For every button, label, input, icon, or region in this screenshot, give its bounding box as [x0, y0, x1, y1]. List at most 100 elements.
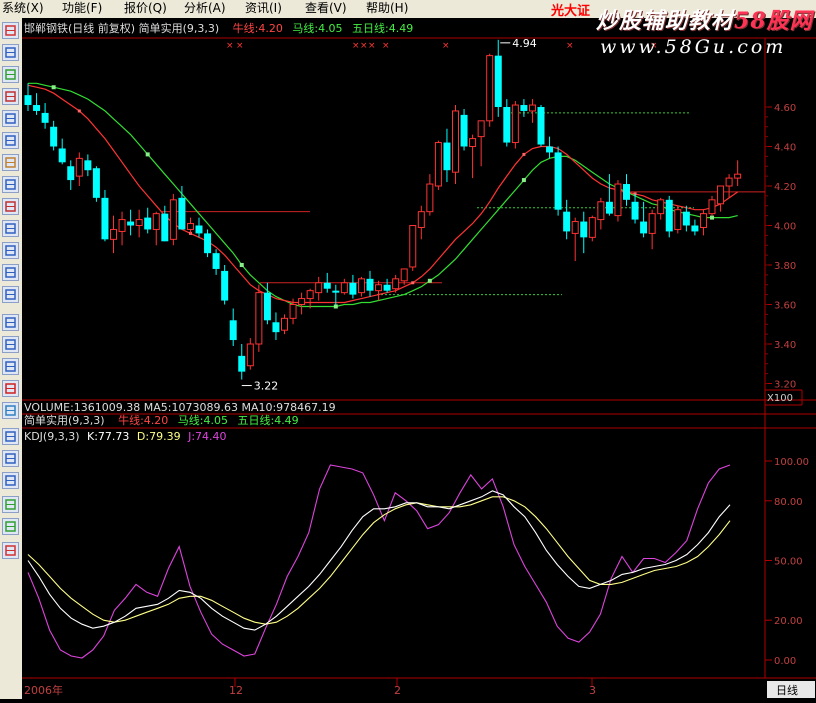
tool-line-icon[interactable]	[2, 286, 19, 303]
left-toolbar	[0, 18, 22, 699]
menu-quote[interactable]: 报价(Q)	[124, 1, 167, 16]
candle-body-down	[323, 282, 331, 289]
signal-marker: ×	[382, 41, 390, 51]
candle-body-up	[511, 104, 519, 144]
candle-body-down	[24, 95, 32, 106]
tool-bar-icon[interactable]	[2, 314, 19, 331]
tool-down-arrow-icon[interactable]	[2, 518, 19, 535]
tool-mail-icon[interactable]	[2, 154, 19, 171]
tool-stock-icon[interactable]	[2, 198, 19, 215]
price-tick-label: 4.60	[774, 103, 796, 114]
signal-marker: ×	[566, 41, 574, 51]
tool-kline-icon[interactable]	[2, 88, 19, 105]
tool-doc-icon[interactable]	[2, 44, 19, 61]
kdj-j-value: J:74.40	[188, 430, 227, 443]
menu-system[interactable]: 系统(X)	[2, 1, 44, 16]
candle-body-up	[648, 213, 656, 234]
price-panel-title: 邯郸钢铁(日线 前复权) 简单实用(9,3,3)	[24, 22, 220, 35]
candle-body-up	[588, 217, 596, 238]
candle-body-down	[212, 253, 220, 269]
period-label[interactable]: 日线	[776, 683, 798, 697]
ma-line-value: 马线:4.05	[292, 22, 343, 35]
tool-group-icon[interactable]	[2, 176, 19, 193]
price-tick-label: 4.20	[774, 182, 796, 193]
candle-body-up	[110, 228, 117, 240]
kdj-k-value: K:77.73	[87, 430, 130, 443]
high-label: 4.94	[512, 37, 537, 50]
candle-body-down	[127, 221, 135, 226]
price-tick-label: 3.40	[774, 340, 796, 351]
candle-body-up	[392, 278, 400, 290]
tool-chart-icon[interactable]	[2, 66, 19, 83]
menu-info[interactable]: 资讯(I)	[245, 1, 282, 16]
tool-in-icon[interactable]	[2, 428, 19, 445]
tool-out-icon[interactable]	[2, 450, 19, 467]
price-tick-label: 4.40	[774, 143, 796, 154]
menu-function[interactable]: 功能(F)	[62, 1, 102, 16]
tool-rsi-icon[interactable]	[2, 336, 19, 353]
candle-body-up	[528, 104, 536, 112]
candle-body-up	[734, 173, 742, 179]
time-label: 3	[589, 684, 596, 697]
signal-marker: ×	[226, 41, 234, 51]
candle-body-up	[486, 55, 494, 122]
price-panel-header: 邯郸钢铁(日线 前复权) 简单实用(9,3,3) 牛线:4.20 马线:4.05…	[24, 22, 413, 35]
candle-body-up	[135, 219, 143, 226]
tool-grid-icon[interactable]	[2, 358, 19, 375]
tool-pie-icon[interactable]	[2, 220, 19, 237]
kdj-d-value: D:79.39	[136, 430, 181, 443]
ma-dot	[51, 85, 56, 90]
chart-area: X100 × × × × × × × × × 4.94 3.22 4.60 4.40 4.20 4.00…	[22, 18, 816, 699]
candle-body-up	[699, 213, 707, 228]
tool-stat-icon[interactable]	[2, 242, 19, 259]
price-tick-label: 3.80	[774, 261, 796, 272]
price-tick-label: 3.60	[774, 301, 796, 312]
candle-body-down	[546, 146, 554, 153]
candle-body-down	[383, 284, 391, 291]
candle-body-down	[332, 290, 340, 293]
indicator-five-day-value: 五日线:4.49	[237, 414, 299, 427]
tool-new-icon[interactable]	[2, 22, 19, 39]
signal-marker: ×	[360, 41, 368, 51]
menu-help[interactable]: 帮助(H)	[366, 1, 408, 16]
candle-body-down	[520, 105, 528, 111]
candle-body-up	[357, 278, 365, 294]
candle-body-down	[204, 233, 212, 254]
tool-page-icon[interactable]	[2, 402, 19, 419]
candle-body-up	[409, 225, 417, 268]
candle-body-up	[452, 110, 459, 173]
tool-table-icon[interactable]	[2, 110, 19, 127]
kdj-j-line	[27, 464, 731, 659]
candle-body-down	[144, 217, 152, 230]
tool-extra-icon[interactable]	[2, 542, 19, 559]
ma-dot	[710, 215, 714, 220]
candle-body-up	[571, 221, 579, 234]
candle-body-down	[50, 126, 58, 147]
kdj-tick-label: 0.00	[774, 656, 796, 667]
candle-body-down	[263, 292, 271, 321]
ma-dot	[427, 278, 432, 283]
tool-dollar-icon[interactable]	[2, 380, 19, 397]
candle-body-up	[725, 177, 733, 187]
tool-list-icon[interactable]	[2, 132, 19, 149]
candle-body-up	[469, 138, 477, 147]
candle-body-up	[426, 183, 434, 213]
candle-body-up	[597, 201, 605, 221]
tool-up-arrow-icon[interactable]	[2, 496, 19, 513]
candle-body-up	[375, 284, 383, 292]
candle-body-up	[152, 213, 160, 230]
menu-analysis[interactable]: 分析(A)	[184, 1, 226, 16]
candle-body-up	[306, 290, 314, 300]
candle-body-down	[58, 148, 66, 163]
tool-exit-icon[interactable]	[2, 264, 19, 281]
tool-move-icon[interactable]	[2, 472, 19, 489]
menu-view[interactable]: 查看(V)	[305, 1, 347, 16]
niu-dot	[411, 281, 415, 285]
signal-marker: ×	[236, 41, 244, 51]
ma-line	[28, 82, 738, 308]
candle-body-up	[477, 120, 485, 138]
ma-dot	[145, 152, 150, 157]
candle-body-down	[161, 213, 169, 242]
niu-dot	[522, 152, 526, 156]
candle-body-up	[400, 268, 408, 282]
